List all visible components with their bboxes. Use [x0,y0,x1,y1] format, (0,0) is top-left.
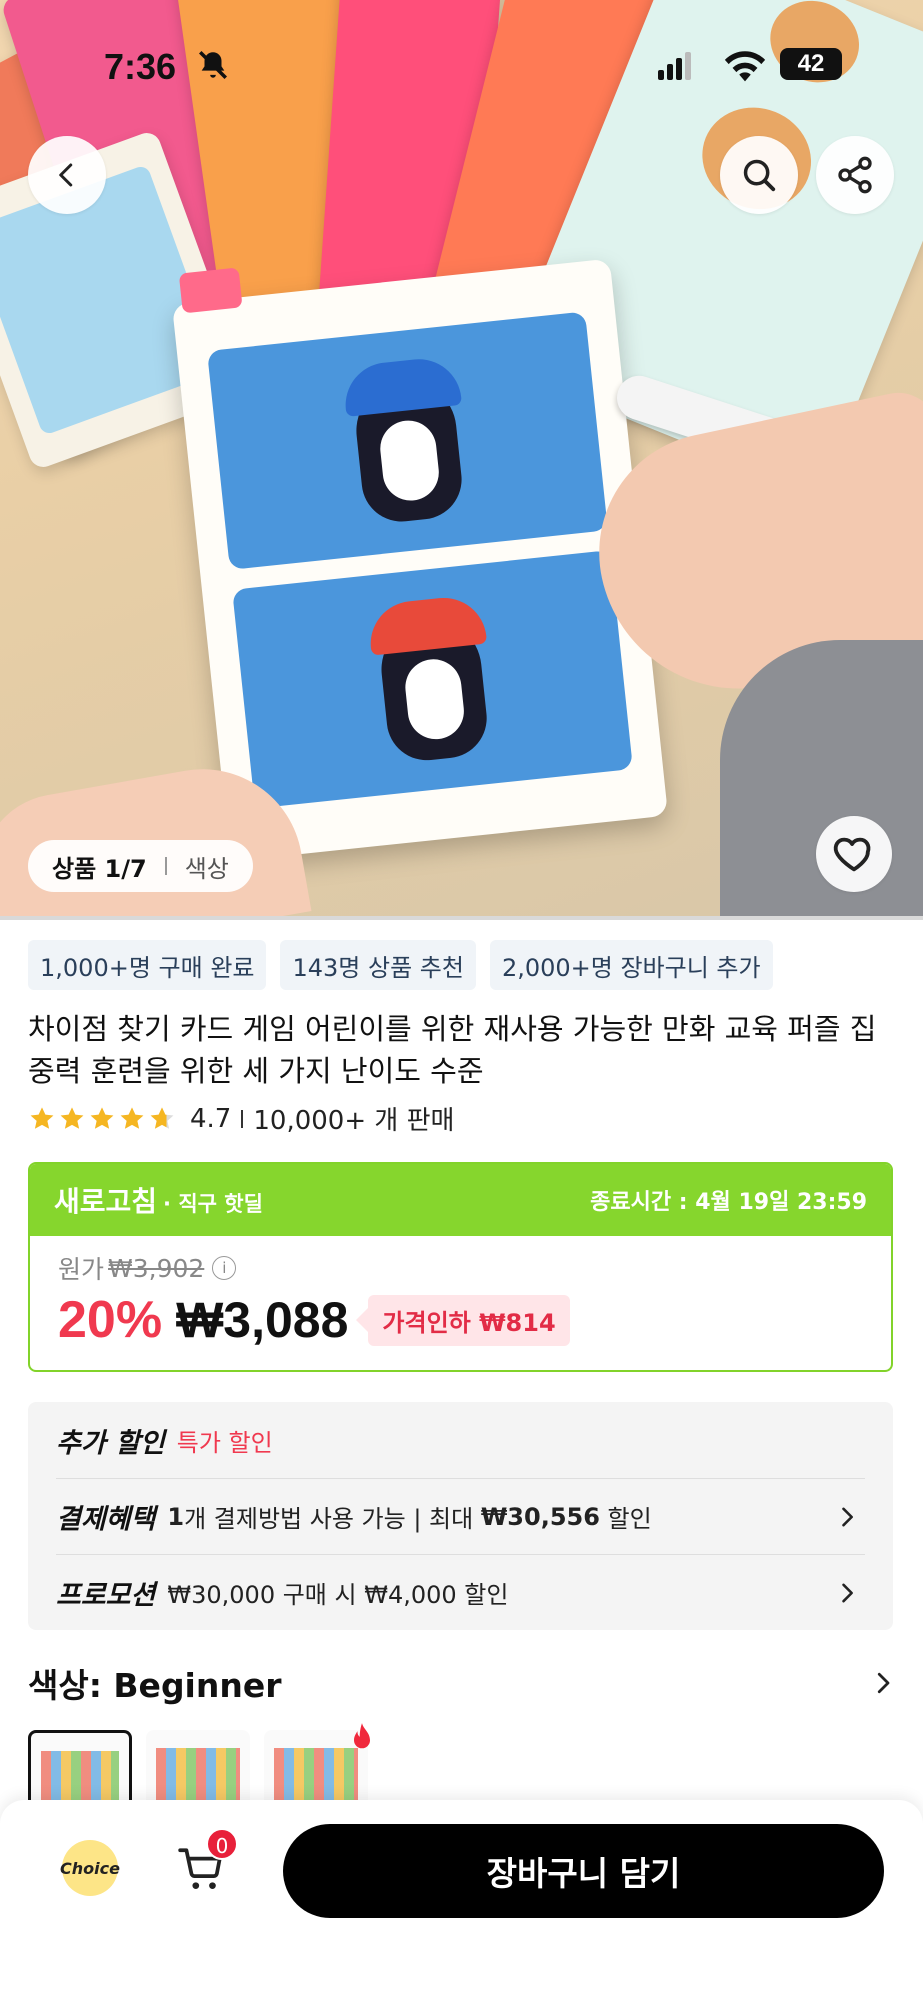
original-price: ₩3,902 [108,1253,205,1283]
price-drop-badge: 가격인하 ₩814 [356,1294,570,1346]
original-price-row: 원가 ₩3,902 i [58,1250,863,1286]
share-icon [838,156,872,194]
deal-sub: · 직구 핫딜 [163,1192,263,1216]
star-half-icon [150,1106,174,1129]
swatch-option-2[interactable] [146,1730,250,1802]
cart-count-badge: 0 [206,1828,238,1860]
extra-discount-row: 추가 할인 특가 할인 [56,1402,865,1478]
deal-end-time: 종료시간 : 4월 19일 23:59 [590,1190,867,1215]
product-title: 차이점 찾기 카드 게임 어린이를 위한 재사용 가능한 만화 교육 퍼즐 집중… [28,1012,877,1088]
wifi-icon [724,51,766,82]
info-icon[interactable]: i [212,1256,237,1280]
extra-discount-label: 추가 할인 [56,1427,165,1459]
star-icon [120,1106,144,1129]
chip-purchased: 1,000+명 구매 완료 [28,940,267,990]
image-counter-main: 상품 1/7 [52,854,147,883]
payment-benefit-row[interactable]: 결제혜택 1 개 결제방법 사용 가능 | 최대 ₩30,556 할인 [56,1478,865,1554]
star-icon [30,1106,54,1129]
payment-benefit-amount: ₩30,556 [480,1502,600,1531]
fire-icon [354,1723,370,1749]
deal-brand: 새로고침 [54,1185,158,1218]
status-bar: 7:36 42 [0,40,923,96]
sleeve-image [720,640,923,920]
price-row: 20% ₩3,088 가격인하 ₩814 [58,1290,863,1350]
deal-header: 새로고침 · 직구 핫딜 종료시간 : 4월 19일 23:59 [30,1164,891,1236]
share-button[interactable] [816,136,894,214]
color-swatches [28,1730,368,1802]
rating-row[interactable]: 4.7 10,000+ 개 판매 [28,1100,454,1137]
signal-icon [658,52,694,80]
original-label: 원가 [58,1255,105,1284]
color-selector[interactable]: 색상: Beginner [28,1660,898,1706]
payment-benefit-text: 개 결제방법 사용 가능 | 최대 [184,1505,481,1533]
star-icon [60,1106,84,1129]
choice-badge[interactable]: Choice [60,1840,120,1896]
carousel-progress [0,916,923,920]
status-time: 7:36 [104,46,177,87]
product-image-carousel[interactable]: 7:36 42 상품 1/7 색상 [0,0,923,920]
bottom-action-bar: Choice 0 장바구니 담기 [0,1800,923,2000]
promotion-text: ₩30,000 구매 시 ₩4,000 할인 [167,1581,509,1609]
color-label: 색상: Beginner [28,1666,282,1705]
payment-benefit-label: 결제혜택 [56,1504,156,1535]
puzzle-card [171,258,669,862]
sale-price: ₩3,088 [176,1292,349,1348]
divider [241,1109,244,1128]
discount-percent: 20% [58,1291,163,1349]
search-icon [743,159,776,192]
rating-value: 4.7 [190,1103,232,1134]
extra-discount-value: 특가 할인 [176,1428,273,1457]
chip-cart-added: 2,000+명 장바구니 추가 [489,940,773,990]
image-counter: 상품 1/7 색상 [28,840,253,892]
star-icon [90,1106,114,1129]
payment-benefit-suffix: 할인 [599,1505,652,1533]
add-to-cart-button[interactable]: 장바구니 담기 [283,1824,884,1918]
image-counter-sub: 색상 [184,854,229,883]
wishlist-button[interactable] [816,816,892,892]
promotion-row[interactable]: 프로모션 ₩30,000 구매 시 ₩4,000 할인 [56,1554,865,1630]
social-proof-chips: 1,000+명 구매 완료 143명 상품 추천 2,000+명 장바구니 추가 [28,940,773,990]
bell-muted-icon [198,50,228,80]
back-button[interactable] [28,136,106,214]
chevron-left-icon [59,163,73,187]
chip-recommended: 143명 상품 추천 [280,940,476,990]
divider [164,857,167,875]
promotion-label: 프로모션 [56,1580,156,1611]
rating-stars [28,1105,176,1133]
sold-count: 10,000+ 개 판매 [253,1106,455,1136]
chevron-right-icon [877,1672,890,1694]
benefits-box: 추가 할인 특가 할인 결제혜택 1 개 결제방법 사용 가능 | 최대 ₩30… [28,1402,893,1630]
battery-icon: 42 [780,48,842,80]
chevron-right-icon [842,1583,853,1602]
search-button[interactable] [720,136,798,214]
deal-box: 새로고침 · 직구 핫딜 종료시간 : 4월 19일 23:59 원가 ₩3,9… [28,1162,893,1372]
swatch-beginner[interactable] [28,1730,132,1802]
chevron-right-icon [842,1507,853,1526]
heart-icon [833,837,871,872]
payment-methods-count: 1 [167,1502,185,1531]
